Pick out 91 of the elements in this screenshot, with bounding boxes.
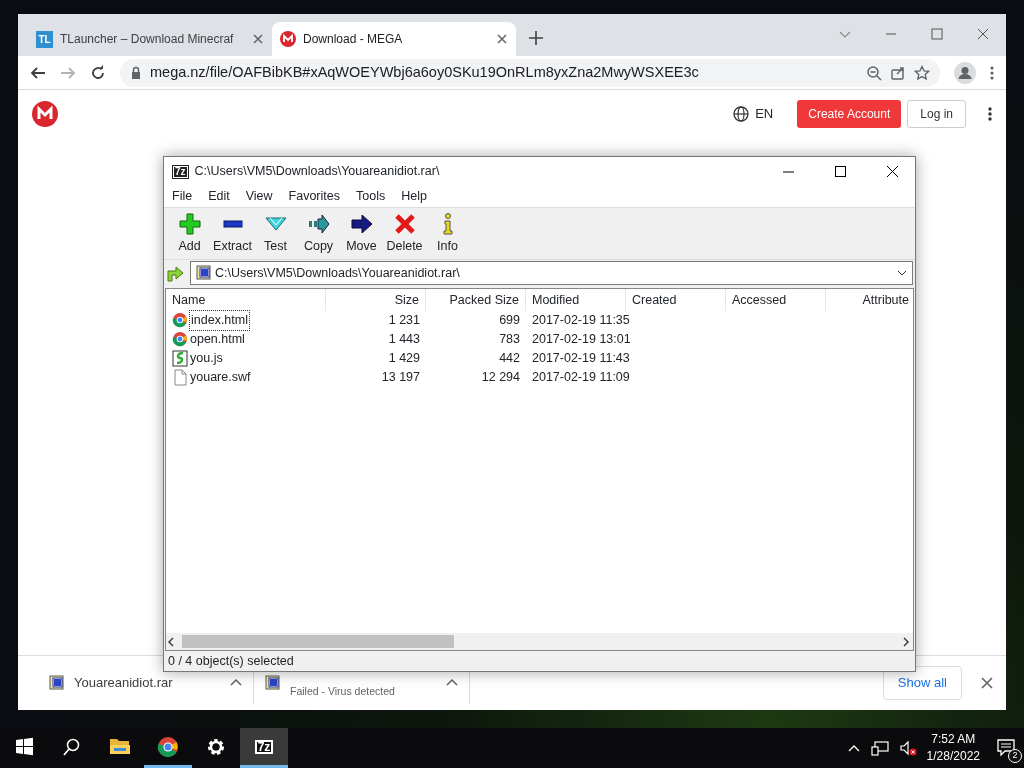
column-header[interactable]: Modified <box>526 289 626 311</box>
login-button[interactable]: Log in <box>907 100 966 128</box>
horizontal-scrollbar[interactable] <box>166 633 913 650</box>
column-header[interactable]: Accessed <box>726 289 826 311</box>
toolbar-button[interactable]: Move <box>340 211 383 256</box>
table-cell-text: 442 <box>498 350 521 368</box>
back-icon[interactable] <box>30 64 46 81</box>
table-cell-text: 1 429 <box>387 350 421 368</box>
zoom-icon[interactable] <box>866 64 882 81</box>
menu-item[interactable]: Edit <box>200 187 238 206</box>
status-text: 0 / 4 object(s) selected <box>168 652 294 670</box>
language-selector[interactable]: EN <box>755 104 774 124</box>
table-cell-text: 13 197 <box>380 369 421 387</box>
download-status: Failed - Virus detected <box>290 685 395 697</box>
path-field[interactable]: C:\Users\VM5\Downloads\Youareanidiot.rar\ <box>190 261 913 285</box>
chrome-icon <box>172 312 188 329</box>
toolbar-button[interactable]: Delete <box>383 211 426 256</box>
archiver-icon: 7z <box>254 739 274 754</box>
browser-tab[interactable]: TL TLauncher – Download Minecraf <box>28 22 272 56</box>
column-header[interactable]: Name <box>166 289 326 311</box>
new-tab-icon[interactable] <box>528 30 544 46</box>
file-name[interactable]: you.js <box>190 349 223 368</box>
create-account-button[interactable]: Create Account <box>797 100 902 128</box>
archive-icon <box>264 675 280 691</box>
tab-title: Download - MEGA <box>303 31 404 48</box>
date-text: 1/28/2022 <box>926 748 980 765</box>
toolbar-button[interactable]: Add <box>168 211 211 256</box>
star-icon[interactable] <box>914 64 930 81</box>
file-icon <box>172 369 188 386</box>
move-icon <box>350 213 373 236</box>
menu-item[interactable]: Favorites <box>280 187 348 206</box>
notification-icon[interactable] <box>996 738 1016 758</box>
menu-item[interactable]: File <box>164 187 201 206</box>
window-title: C:\Users\VM5\Downloads\Youareanidiot.rar\ <box>194 163 441 181</box>
more-icon[interactable] <box>988 106 992 122</box>
menu-item[interactable]: Help <box>393 187 435 206</box>
app-icon: 7z <box>172 164 189 179</box>
clock[interactable]: 7:52 AM 1/28/2022 <box>926 731 980 765</box>
copy-icon <box>307 213 330 236</box>
table-cell-text: 12 294 <box>480 369 521 387</box>
toolbar-button[interactable]: Info <box>426 211 469 256</box>
script-icon <box>172 350 188 367</box>
archive-icon <box>48 675 64 691</box>
close-icon[interactable] <box>496 33 508 45</box>
maximize-icon[interactable] <box>832 164 848 179</box>
windows-start-icon[interactable] <box>15 737 33 756</box>
share-icon[interactable] <box>890 64 906 81</box>
table-cell-text: 699 <box>498 312 521 330</box>
column-header[interactable]: Created <box>626 289 726 311</box>
column-header[interactable]: Packed Size <box>426 289 526 311</box>
chrome-icon <box>157 735 179 758</box>
scrollbar-thumb[interactable] <box>182 635 454 648</box>
volume-muted-icon[interactable] <box>898 740 917 756</box>
globe-icon[interactable] <box>733 106 750 122</box>
close-icon[interactable] <box>980 676 994 690</box>
mega-icon <box>280 31 296 47</box>
lock-icon <box>130 65 142 80</box>
download-name: Youareanidiot.rar <box>74 675 173 691</box>
table-cell-text: 783 <box>498 331 521 349</box>
taskbar-app[interactable]: 7z <box>240 728 288 768</box>
profile-icon[interactable] <box>954 61 976 84</box>
tab-title: TLauncher – Download Minecraf <box>60 31 235 48</box>
show-all-button[interactable]: Show all <box>882 666 962 700</box>
toolbar-button[interactable]: Test <box>254 211 297 256</box>
delete-icon <box>393 213 416 236</box>
address-bar[interactable]: mega.nz/file/OAFBibKB#xAqWOEYWbj6a6oy0SKu19OnRLm8yxZna2MwyWSXEE3c <box>120 58 940 87</box>
file-name[interactable]: youare.swf <box>190 368 251 387</box>
table-cell-text: 1 231 <box>387 312 421 330</box>
site-icon: TL <box>36 30 53 48</box>
search-icon[interactable] <box>63 737 81 756</box>
file-name[interactable]: open.html <box>190 330 245 349</box>
archive-icon <box>195 265 211 281</box>
time-text: 7:52 AM <box>930 731 977 748</box>
up-folder-icon[interactable] <box>166 263 186 283</box>
menu-item[interactable]: View <box>237 187 281 206</box>
add-icon <box>178 213 201 236</box>
network-icon[interactable] <box>870 740 889 756</box>
table-cell-text: 1 443 <box>387 331 421 349</box>
notification-count: 2 <box>1008 749 1022 763</box>
close-icon[interactable] <box>884 164 900 179</box>
toolbar-button[interactable]: Copy <box>297 211 340 256</box>
mega-logo-icon[interactable] <box>32 101 58 127</box>
menu-item[interactable]: Tools <box>348 187 394 206</box>
column-header[interactable]: Attribute <box>826 289 913 311</box>
browser-tab[interactable]: Download - MEGA <box>272 22 516 56</box>
column-header[interactable]: Size <box>326 289 426 311</box>
menu-icon[interactable] <box>990 64 994 81</box>
toolbar-button[interactable]: Extract <box>211 211 254 256</box>
reload-icon[interactable] <box>90 64 106 81</box>
file-name[interactable]: index.html <box>190 311 249 330</box>
chrome-icon <box>172 331 188 348</box>
